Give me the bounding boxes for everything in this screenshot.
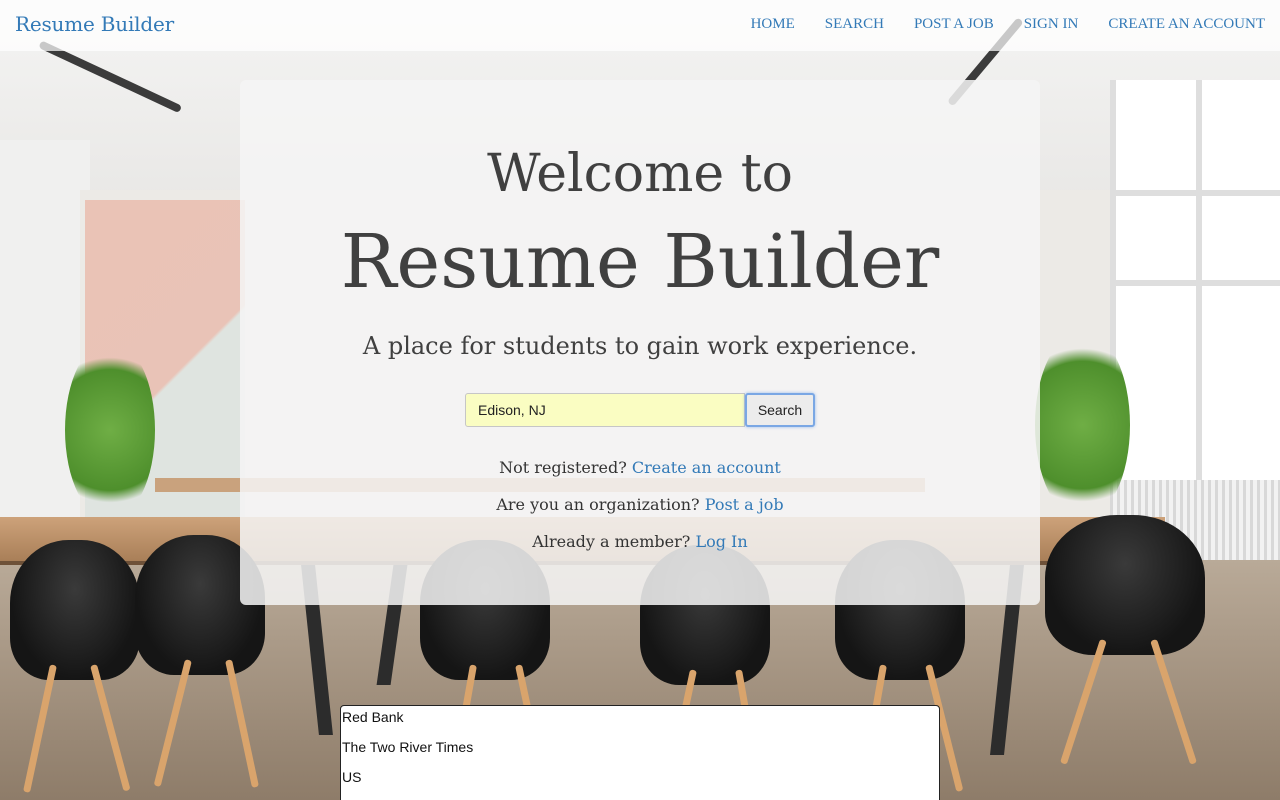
- search-button[interactable]: Search: [745, 393, 815, 427]
- nav-links: HOME SEARCH POST A JOB SIGN IN CREATE AN…: [721, 16, 1265, 33]
- brand-logo-link[interactable]: Resume Builder: [15, 12, 174, 36]
- location-search-input[interactable]: [465, 393, 745, 427]
- nav-search-link[interactable]: SEARCH: [825, 16, 884, 33]
- member-prompt: Already a member? Log In: [240, 531, 1040, 553]
- nav-home-link[interactable]: HOME: [751, 16, 795, 33]
- result-line: US: [342, 769, 362, 785]
- log-in-link[interactable]: Log In: [695, 532, 747, 551]
- member-prompt-text: Already a member?: [532, 532, 691, 551]
- result-line: The Two River Times: [342, 739, 474, 755]
- result-line: Red Bank: [342, 709, 404, 725]
- hero-title: Resume Builder: [340, 219, 940, 305]
- hero-tagline: A place for students to gain work experi…: [362, 332, 918, 360]
- hero-card: Welcome to Resume Builder A place for st…: [240, 80, 1040, 605]
- top-navbar: Resume Builder HOME SEARCH POST A JOB SI…: [0, 0, 1280, 51]
- register-prompt: Not registered? Create an account: [240, 457, 1040, 479]
- organization-prompt: Are you an organization? Post a job: [240, 494, 1040, 516]
- create-account-link[interactable]: Create an account: [632, 458, 781, 477]
- search-form: Search: [465, 393, 817, 427]
- hero-welcome-heading: Welcome to: [487, 144, 793, 204]
- post-job-link[interactable]: Post a job: [705, 495, 784, 514]
- nav-create-account-link[interactable]: CREATE AN ACCOUNT: [1108, 16, 1265, 33]
- nav-post-job-link[interactable]: POST A JOB: [914, 16, 994, 33]
- nav-sign-in-link[interactable]: SIGN IN: [1024, 16, 1079, 33]
- organization-prompt-text: Are you an organization?: [496, 495, 700, 514]
- register-prompt-text: Not registered?: [499, 458, 627, 477]
- search-results-list: Red Bank The Two River Times US: [340, 705, 940, 800]
